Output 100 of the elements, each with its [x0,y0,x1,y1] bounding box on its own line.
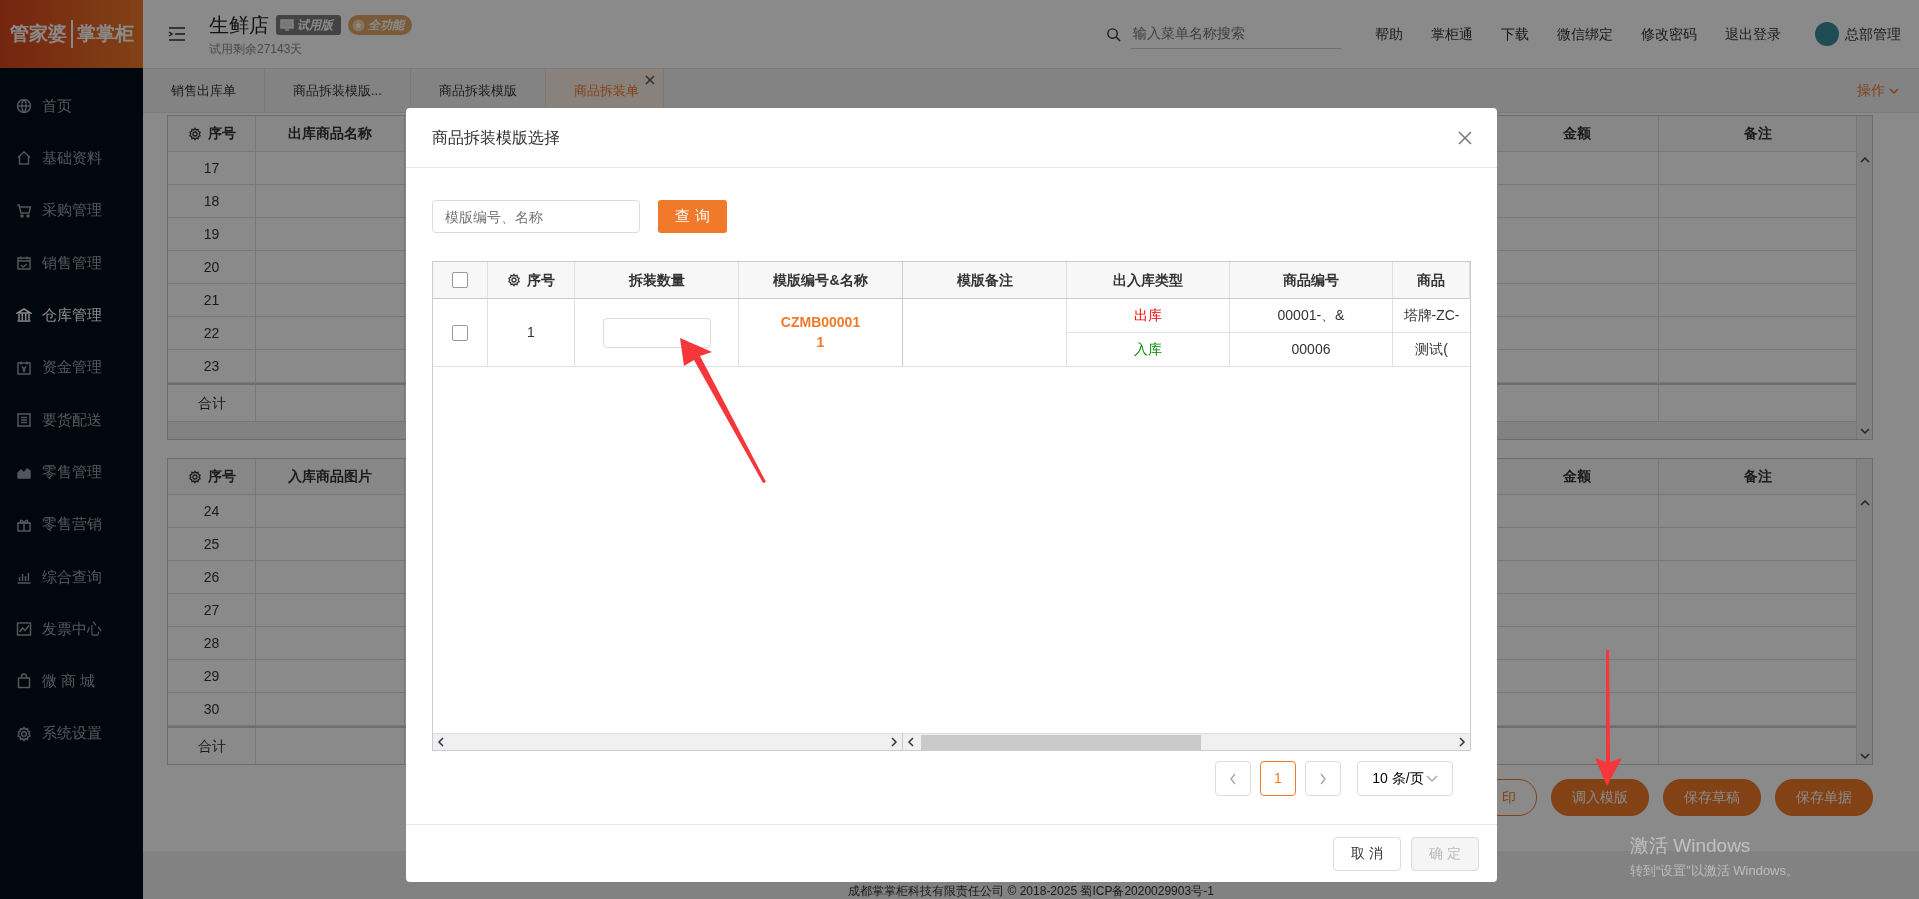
row-number: 25 [168,528,256,560]
query-button[interactable]: 查 询 [658,200,727,233]
globe-icon [16,98,32,115]
column-header: 商品编号 [1230,262,1393,299]
table-cell: 塔牌-ZC- [1393,299,1470,333]
sidebar-item[interactable]: 零售管理 [0,446,143,499]
row-number: 26 [168,561,256,593]
direction-label: 出库 [1134,306,1162,325]
left-icon [907,737,915,747]
page-size-select[interactable]: 10 条/页 [1357,761,1453,796]
table-cell: 测试( [1393,333,1470,367]
checkbox[interactable] [452,324,468,341]
column-header: 备注 [1742,124,1773,143]
sidebar-item[interactable]: 采购管理 [0,184,143,237]
page-button[interactable]: 1 [1260,761,1296,796]
total-label: 合计 [168,728,256,764]
calendar-icon [16,255,32,272]
shop-name: 生鲜店 [209,13,269,38]
sidebar-item[interactable]: 零售营销 [0,498,143,551]
sidebar-item[interactable]: 仓库管理 [0,289,143,342]
search-field[interactable]: 模版编号、名称 [432,200,640,233]
sidebar-item[interactable]: 资金管理 [0,341,143,394]
vertical-scrollbar[interactable] [1856,459,1872,764]
up-icon [1859,156,1870,164]
settings-icon[interactable] [187,469,202,484]
action-button[interactable]: 保存单据 [1775,779,1873,816]
close-icon[interactable] [644,75,655,85]
sidebar-item[interactable]: 发票中心 [0,602,143,656]
row-number: 28 [168,627,256,659]
operations-menu[interactable]: 操作 [1857,80,1885,101]
home-icon [16,150,32,167]
logo-text: 管家婆 [9,21,67,46]
tab[interactable]: 销售出库单 [143,69,265,112]
quantity-input[interactable] [602,317,711,348]
action-button[interactable]: 保存草稿 [1663,779,1761,816]
sidebar-item[interactable]: 系统设置 [0,707,143,760]
logo-text: 掌掌柜 [70,19,134,49]
monitor-icon [280,19,294,31]
dialog-button[interactable]: 取 消 [1333,836,1401,871]
down-icon [1859,752,1870,760]
column-header: 入库商品图片 [256,459,405,494]
row-number: 29 [168,660,256,692]
row-number: 18 [168,185,256,217]
sidebar-item[interactable]: 综合查询 [0,550,143,603]
close-icon[interactable] [1457,129,1473,146]
header-link[interactable]: 退出登录 [1725,23,1781,45]
avatar[interactable] [1815,22,1839,46]
header-link[interactable]: 修改密码 [1641,23,1697,45]
sidebar-item[interactable]: 微 商 城 [0,655,143,708]
column-header: 出库商品名称 [256,116,405,151]
horizontal-scrollbar[interactable] [903,734,1470,750]
vertical-scrollbar[interactable] [1856,116,1872,439]
table-cell: 1 [488,299,575,367]
sidebar-item[interactable]: 基础资料 [0,132,143,185]
cart-icon [16,202,32,219]
chevron-right-icon [1319,772,1327,785]
menu-icon[interactable] [167,24,187,44]
row-number: 30 [168,693,256,725]
left-icon [437,737,445,747]
header-link[interactable]: 微信绑定 [1557,23,1613,45]
settings-icon[interactable] [507,273,521,287]
line-chart-icon [16,621,32,638]
header-link[interactable]: 掌柜通 [1431,23,1473,45]
header-link[interactable]: 帮助 [1375,23,1403,45]
header-link[interactable]: 下载 [1501,23,1529,45]
column-header[interactable]: 序号 [168,459,256,494]
edition-badge: 全功能 [348,15,412,35]
right-icon [1458,737,1466,747]
direction-label: 入库 [1134,340,1162,359]
up-icon [1859,499,1870,507]
list-icon [16,411,32,428]
trial-note: 试用剩余27143天 [209,41,304,58]
table-cell: 00006 [1230,333,1393,367]
os-activation-title: 激活 Windows [1630,834,1752,858]
settings-icon[interactable] [187,126,202,141]
horizontal-scrollbar[interactable] [433,734,903,750]
column-header[interactable]: 序号 [168,116,256,151]
action-button[interactable]: 调入模版 [1551,779,1649,816]
sidebar-item[interactable]: 首页 [0,80,143,133]
checkbox[interactable] [452,272,468,288]
search-icon [1106,26,1121,42]
column-header: 商品 [1393,262,1470,299]
column-header: 拆装数量 [575,262,739,299]
calendar-yen-icon [16,359,32,376]
row-number: 27 [168,594,256,626]
bank-icon [16,307,32,324]
column-header[interactable]: 序号 [488,262,575,299]
chevron-left-icon [1229,772,1237,785]
column-header: 备注 [1742,467,1773,486]
star-icon [352,18,365,32]
edition-badge: 试用版 [276,15,341,35]
template-code[interactable]: CZMB00001 1 [780,312,861,353]
right-icon [890,737,898,747]
settings-icon [16,725,32,742]
bag-icon [16,673,32,690]
column-header: 出入库类型 [1067,262,1230,299]
table-cell: 00001-、& [1230,299,1393,333]
sidebar-item[interactable]: 销售管理 [0,236,143,290]
sidebar-item[interactable]: 要货配送 [0,393,143,447]
user-name[interactable]: 总部管理 [1845,23,1901,45]
